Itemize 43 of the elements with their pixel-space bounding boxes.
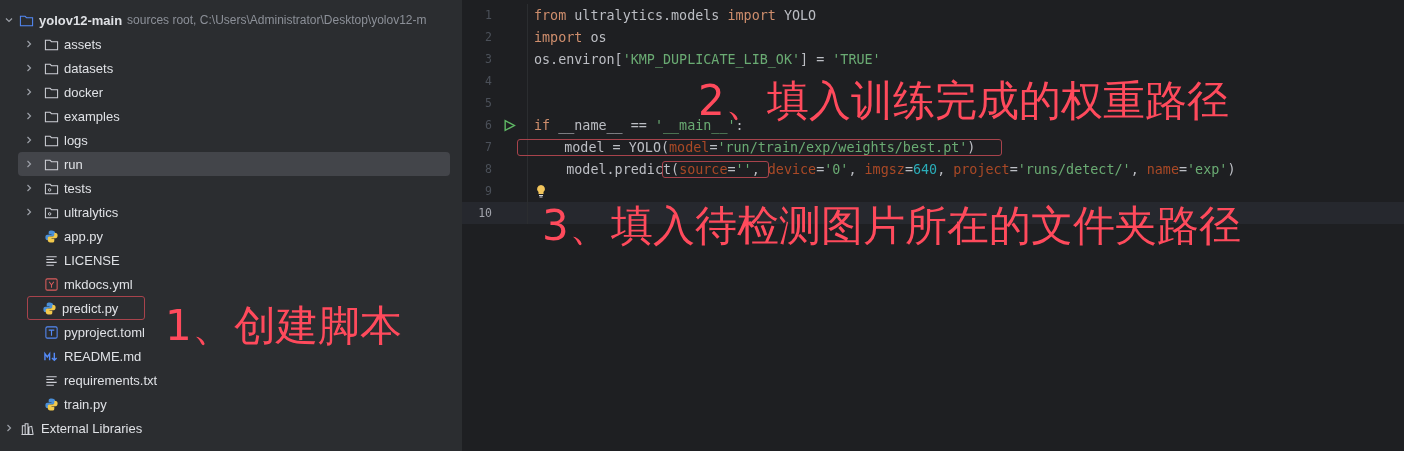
tree-item[interactable]: pyproject.toml: [18, 320, 152, 344]
toml-file-icon: [44, 324, 59, 340]
chevron-icon[interactable]: [24, 111, 34, 121]
annotation-text: 3、填入待检测图片所在的文件夹路径: [542, 205, 1241, 247]
code-line: import os: [533, 28, 608, 46]
chevron-icon[interactable]: [24, 159, 34, 169]
chevron-icon[interactable]: [24, 183, 34, 193]
chevron-icon[interactable]: [24, 135, 34, 145]
tree-item[interactable]: logs: [18, 128, 95, 152]
tree-item[interactable]: External Libraries: [41, 420, 143, 436]
code-line: os.environ['KMP_DUPLICATE_LIB_OK'] = 'TRUE': [533, 50, 882, 68]
yaml-file-icon: [44, 276, 59, 292]
tree-item[interactable]: datasets: [18, 56, 121, 80]
chevron-icon[interactable]: [24, 39, 34, 49]
tree-item[interactable]: requirements.txt: [18, 368, 165, 392]
tree-item[interactable]: assets: [18, 32, 109, 56]
python-icon: [44, 228, 59, 244]
code-line: from ultralytics.models import YOLO: [533, 6, 818, 24]
line-number: 10: [477, 206, 492, 220]
lightbulb-icon[interactable]: [535, 184, 547, 198]
tree-item[interactable]: run: [18, 152, 450, 176]
python-icon: [42, 300, 57, 316]
code-line: model.predict(source='', device='0', imgsz=640, project='runs/detect/', name='exp'): [565, 160, 1237, 178]
tree-item[interactable]: mkdocs.yml: [18, 272, 140, 296]
tree-item[interactable]: LICENSE: [18, 248, 127, 272]
project-name[interactable]: yolov12-main: [39, 12, 123, 28]
tree-item[interactable]: examples: [18, 104, 127, 128]
run-icon[interactable]: [502, 118, 516, 132]
library-icon: [20, 420, 35, 436]
chevron-icon[interactable]: [24, 87, 34, 97]
chevron-icon[interactable]: [4, 423, 14, 433]
tree-item[interactable]: ultralytics: [18, 200, 126, 224]
tree-item[interactable]: README.md: [18, 344, 149, 368]
project-path: sources root, C:\Users\Administrator\Desktop\yolov12-m: [127, 13, 427, 27]
chevron-icon[interactable]: [4, 15, 14, 25]
tree-item[interactable]: tests: [18, 176, 99, 200]
annotation-text: 1、创建脚本: [165, 305, 402, 347]
chevron-icon[interactable]: [24, 207, 34, 217]
tree-item[interactable]: app.py: [18, 224, 111, 248]
python-icon: [44, 396, 59, 412]
tree-item[interactable]: train.py: [18, 392, 114, 416]
tree-item[interactable]: docker: [18, 80, 111, 104]
chevron-icon[interactable]: [24, 63, 34, 73]
